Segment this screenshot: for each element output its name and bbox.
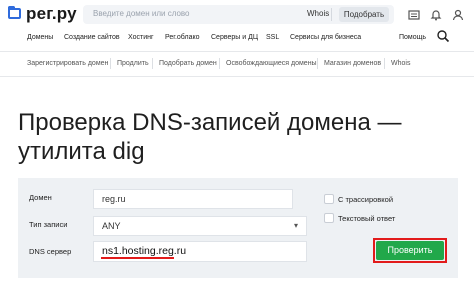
record-type-value: ANY — [102, 221, 121, 231]
nav-item-domains[interactable]: Домены — [27, 34, 53, 41]
search-input[interactable]: Введите домен или слово — [93, 9, 190, 18]
subnav-separator — [317, 58, 318, 69]
subnav-separator — [384, 58, 385, 69]
nav-item-cloud[interactable]: Рег.облако — [165, 34, 200, 41]
subnav-item-register[interactable]: Зарегистрировать домен — [27, 60, 108, 67]
user-icon[interactable] — [452, 9, 464, 21]
check-button[interactable]: Проверить — [376, 241, 444, 260]
nav-item-business[interactable]: Сервисы для бизнеса — [290, 34, 361, 41]
subnav-item-expiring[interactable]: Освобождающиеся домены — [226, 60, 317, 67]
page-title: Проверка DNS-записей домена — утилита di… — [18, 109, 402, 165]
trace-label: С трассировкой — [338, 195, 394, 204]
record-type-label: Тип записи — [29, 220, 68, 229]
nav-item-ssl[interactable]: SSL — [266, 34, 279, 41]
subnav-item-whois[interactable]: Whois — [391, 60, 410, 67]
nav-item-hosting[interactable]: Хостинг — [128, 34, 154, 41]
whois-link[interactable]: Whois — [307, 9, 329, 18]
dns-value-underline — [101, 257, 174, 259]
search-bar: Введите домен или слово Whois Подобрать — [83, 5, 394, 24]
subnav-separator — [219, 58, 220, 69]
pick-button[interactable]: Подобрать — [339, 7, 389, 22]
subnav-divider — [0, 76, 474, 77]
logo-icon[interactable] — [8, 6, 21, 19]
text-answer-checkbox[interactable] — [324, 213, 334, 223]
nav-divider — [0, 51, 474, 52]
subnav-separator — [152, 58, 153, 69]
domain-field[interactable]: reg.ru — [93, 189, 293, 209]
nav-item-site-builder[interactable]: Создание сайтов — [64, 34, 120, 41]
subnav-separator — [110, 58, 111, 69]
subnav-item-pick-domain[interactable]: Подобрать домен — [159, 60, 217, 67]
subnav-item-renew[interactable]: Продлить — [117, 60, 149, 67]
domain-label: Домен — [29, 193, 52, 202]
dns-server-label: DNS сервер — [29, 247, 72, 256]
subnav-item-shop[interactable]: Магазин доменов — [324, 60, 381, 67]
chevron-down-icon: ▾ — [293, 221, 298, 230]
nav-item-servers[interactable]: Серверы и ДЦ — [211, 34, 258, 41]
search-divider — [331, 8, 332, 21]
logo[interactable]: рег.ру — [26, 4, 77, 24]
record-type-select[interactable]: ANY ▾ — [93, 216, 307, 236]
search-icon[interactable] — [436, 29, 450, 43]
text-answer-label: Текстовый ответ — [338, 214, 396, 223]
trace-checkbox[interactable] — [324, 194, 334, 204]
help-link[interactable]: Помощь — [399, 34, 426, 41]
bell-icon[interactable] — [430, 9, 442, 21]
cart-icon[interactable] — [408, 9, 420, 21]
